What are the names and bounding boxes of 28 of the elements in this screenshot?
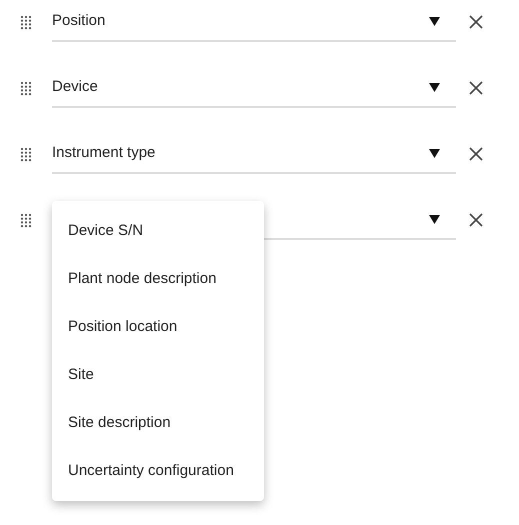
dropdown-arrow-icon <box>429 16 440 26</box>
menu-item[interactable]: Uncertainty configuration <box>52 447 264 495</box>
menu-item[interactable]: Position location <box>52 303 264 351</box>
select-field[interactable]: Position <box>52 2 456 42</box>
drag-handle-icon[interactable] <box>20 80 32 96</box>
close-button[interactable] <box>469 15 483 29</box>
dropdown-arrow-icon <box>429 214 440 224</box>
close-icon <box>469 147 483 161</box>
dropdown-arrow-icon <box>429 148 440 158</box>
drag-handle-icon[interactable] <box>20 146 32 162</box>
close-icon <box>469 213 483 227</box>
menu-item[interactable]: Plant node description <box>52 255 264 303</box>
select-field[interactable]: Instrument type <box>52 134 456 174</box>
select-value: Instrument type <box>52 142 156 163</box>
select-value: Device <box>52 76 98 97</box>
select-value: Position <box>52 10 106 31</box>
close-icon <box>469 81 483 95</box>
menu-item[interactable]: Site <box>52 351 264 399</box>
menu-item[interactable]: Site description <box>52 399 264 447</box>
close-button[interactable] <box>469 147 483 161</box>
select-field[interactable]: Device <box>52 68 456 108</box>
close-icon <box>469 15 483 29</box>
drag-handle-icon[interactable] <box>20 212 32 228</box>
close-button[interactable] <box>469 81 483 95</box>
drag-handle-icon[interactable] <box>20 14 32 30</box>
dropdown-arrow-icon <box>429 82 440 92</box>
menu-item[interactable]: Device S/N <box>52 207 264 255</box>
close-button[interactable] <box>469 213 483 227</box>
